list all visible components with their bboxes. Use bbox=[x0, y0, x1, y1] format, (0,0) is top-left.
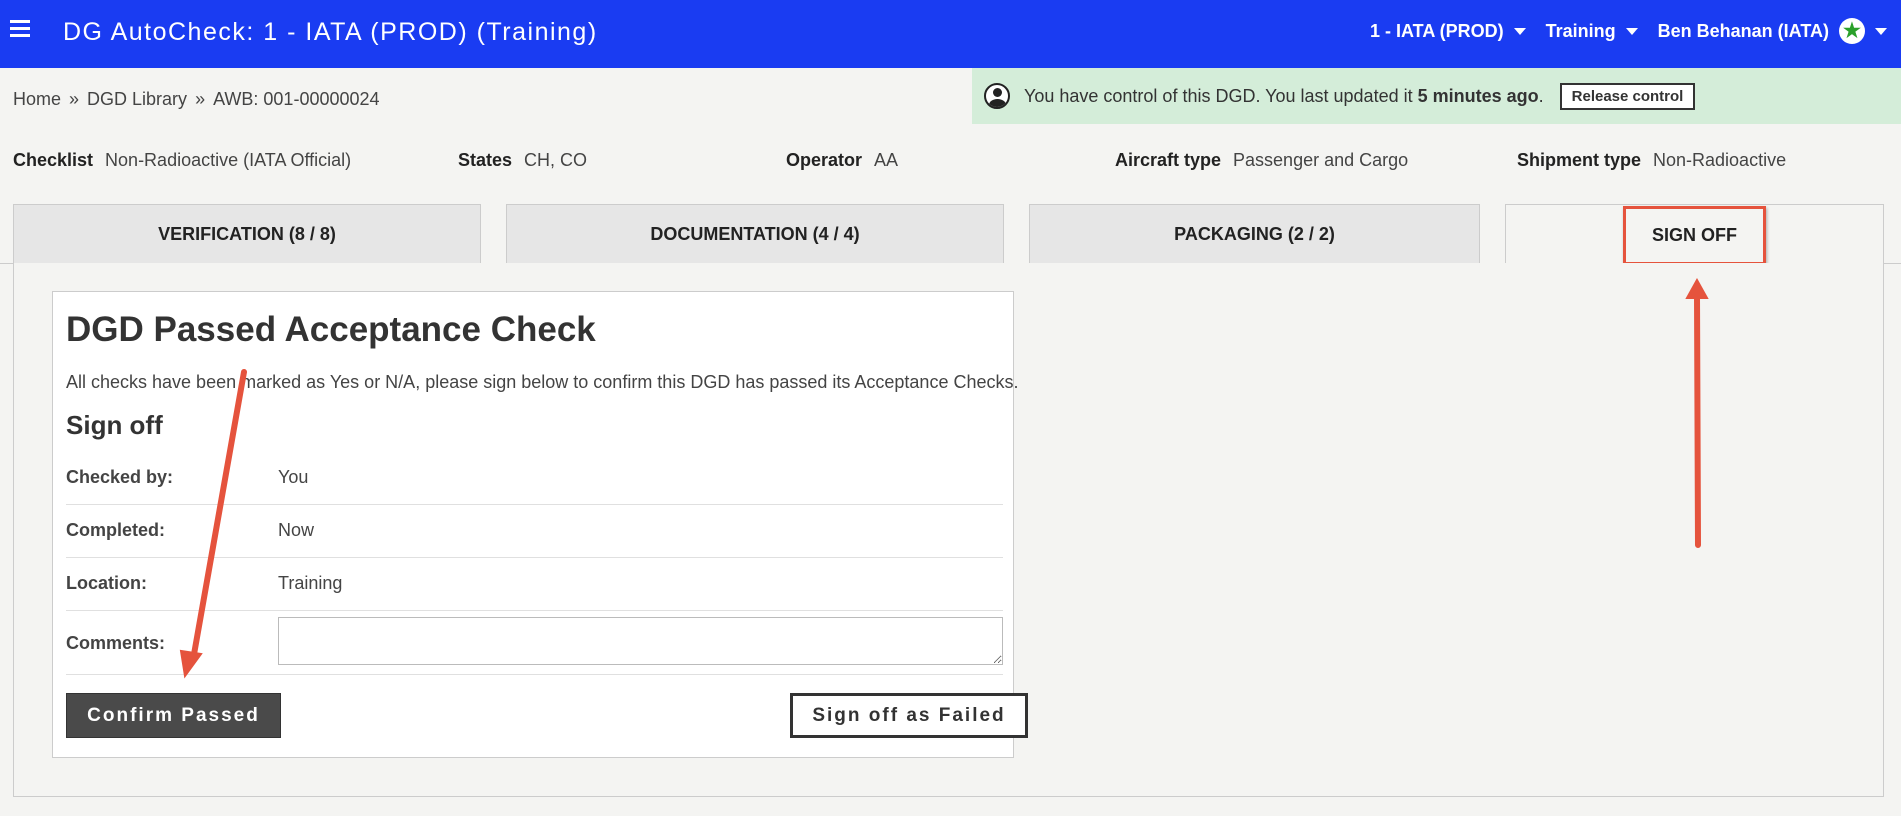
breadcrumb-dgd-library[interactable]: DGD Library bbox=[87, 89, 187, 110]
tab-packaging[interactable]: PACKAGING (2 / 2) bbox=[1029, 204, 1480, 264]
info-value: Non-Radioactive bbox=[1653, 150, 1787, 170]
info-operator: Operator AA bbox=[786, 150, 898, 171]
user-menu-label: Ben Behanan (IATA) bbox=[1657, 20, 1829, 41]
confirm-passed-button[interactable]: Confirm Passed bbox=[66, 693, 281, 738]
caret-down-icon bbox=[1513, 27, 1526, 35]
hamburger-icon[interactable] bbox=[10, 20, 30, 38]
info-label: Shipment type bbox=[1517, 150, 1642, 170]
caret-down-icon bbox=[1625, 27, 1638, 35]
form-row-location: Location: Training bbox=[66, 558, 1003, 611]
info-label: States bbox=[458, 150, 513, 170]
info-label: Checklist bbox=[13, 150, 94, 170]
sign-off-card: DGD Passed Acceptance Check All checks h… bbox=[52, 291, 1028, 758]
control-text: You have control of this DGD. You last u… bbox=[1024, 85, 1418, 106]
tab-label: SIGN OFF bbox=[1623, 205, 1766, 265]
info-label: Aircraft type bbox=[1115, 150, 1222, 170]
account-menu-label: 1 - IATA (PROD) bbox=[1369, 20, 1504, 41]
breadcrumb-current: AWB: 001-00000024 bbox=[213, 89, 380, 109]
info-value: CH, CO bbox=[524, 150, 588, 170]
location-menu[interactable]: Training bbox=[1546, 21, 1638, 42]
field-value: You bbox=[278, 467, 309, 487]
sign-off-heading: Sign off bbox=[66, 410, 163, 440]
tab-sign-off[interactable]: SIGN OFF bbox=[1505, 204, 1884, 265]
breadcrumb: Home » DGD Library » AWB: 001-00000024 bbox=[13, 89, 380, 110]
tab-label: VERIFICATION (8 / 8) bbox=[158, 224, 336, 244]
control-text-end: . bbox=[1538, 85, 1544, 106]
field-label: Completed: bbox=[66, 520, 165, 540]
field-value: Training bbox=[278, 573, 343, 593]
tab-label: DOCUMENTATION (4 / 4) bbox=[650, 224, 860, 244]
breadcrumb-separator: » bbox=[69, 89, 80, 109]
field-label: Comments: bbox=[66, 633, 166, 653]
info-aircraft-type: Aircraft type Passenger and Cargo bbox=[1115, 150, 1408, 171]
card-title: DGD Passed Acceptance Check bbox=[66, 310, 596, 349]
star-icon: ★ bbox=[1839, 18, 1865, 44]
card-description: All checks have been marked as Yes or N/… bbox=[66, 372, 1019, 392]
control-banner: You have control of this DGD. You last u… bbox=[972, 68, 1901, 124]
info-shipment-type: Shipment type Non-Radioactive bbox=[1517, 150, 1786, 171]
field-value: Now bbox=[278, 520, 315, 540]
info-value: Non-Radioactive (IATA Official) bbox=[105, 150, 352, 170]
form-row-comments: Comments: bbox=[66, 611, 1003, 675]
tab-verification[interactable]: VERIFICATION (8 / 8) bbox=[13, 204, 481, 264]
caret-down-icon bbox=[1875, 27, 1887, 35]
info-checklist: Checklist Non-Radioactive (IATA Official) bbox=[13, 150, 351, 171]
breadcrumb-separator: » bbox=[195, 89, 206, 109]
field-label: Checked by: bbox=[66, 467, 174, 487]
form-row-checked-by: Checked by: You bbox=[66, 452, 1003, 505]
last-updated: 5 minutes ago bbox=[1417, 85, 1539, 106]
account-menu[interactable]: 1 - IATA (PROD) bbox=[1370, 21, 1526, 42]
form-row-completed: Completed: Now bbox=[66, 505, 1003, 558]
top-menus: 1 - IATA (PROD) Training Ben Behanan (IA… bbox=[1370, 18, 1887, 44]
info-label: Operator bbox=[786, 150, 863, 170]
info-value: AA bbox=[874, 150, 899, 170]
release-control-button[interactable]: Release control bbox=[1559, 82, 1696, 110]
info-value: Passenger and Cargo bbox=[1233, 150, 1409, 170]
top-bar: DG AutoCheck: 1 - IATA (PROD) (Training)… bbox=[0, 0, 1901, 68]
info-states: States CH, CO bbox=[458, 150, 587, 171]
tab-documentation[interactable]: DOCUMENTATION (4 / 4) bbox=[506, 204, 1004, 264]
sign-off-failed-button[interactable]: Sign off as Failed bbox=[790, 693, 1028, 738]
breadcrumb-home[interactable]: Home bbox=[13, 89, 61, 110]
user-circle-icon bbox=[984, 83, 1010, 109]
user-menu[interactable]: Ben Behanan (IATA) ★ bbox=[1658, 18, 1887, 44]
tab-label: PACKAGING (2 / 2) bbox=[1174, 224, 1335, 244]
field-label: Location: bbox=[66, 573, 147, 593]
location-menu-label: Training bbox=[1545, 20, 1616, 41]
comments-textarea[interactable] bbox=[278, 617, 1003, 665]
app-title: DG AutoCheck: 1 - IATA (PROD) (Training) bbox=[63, 18, 598, 46]
